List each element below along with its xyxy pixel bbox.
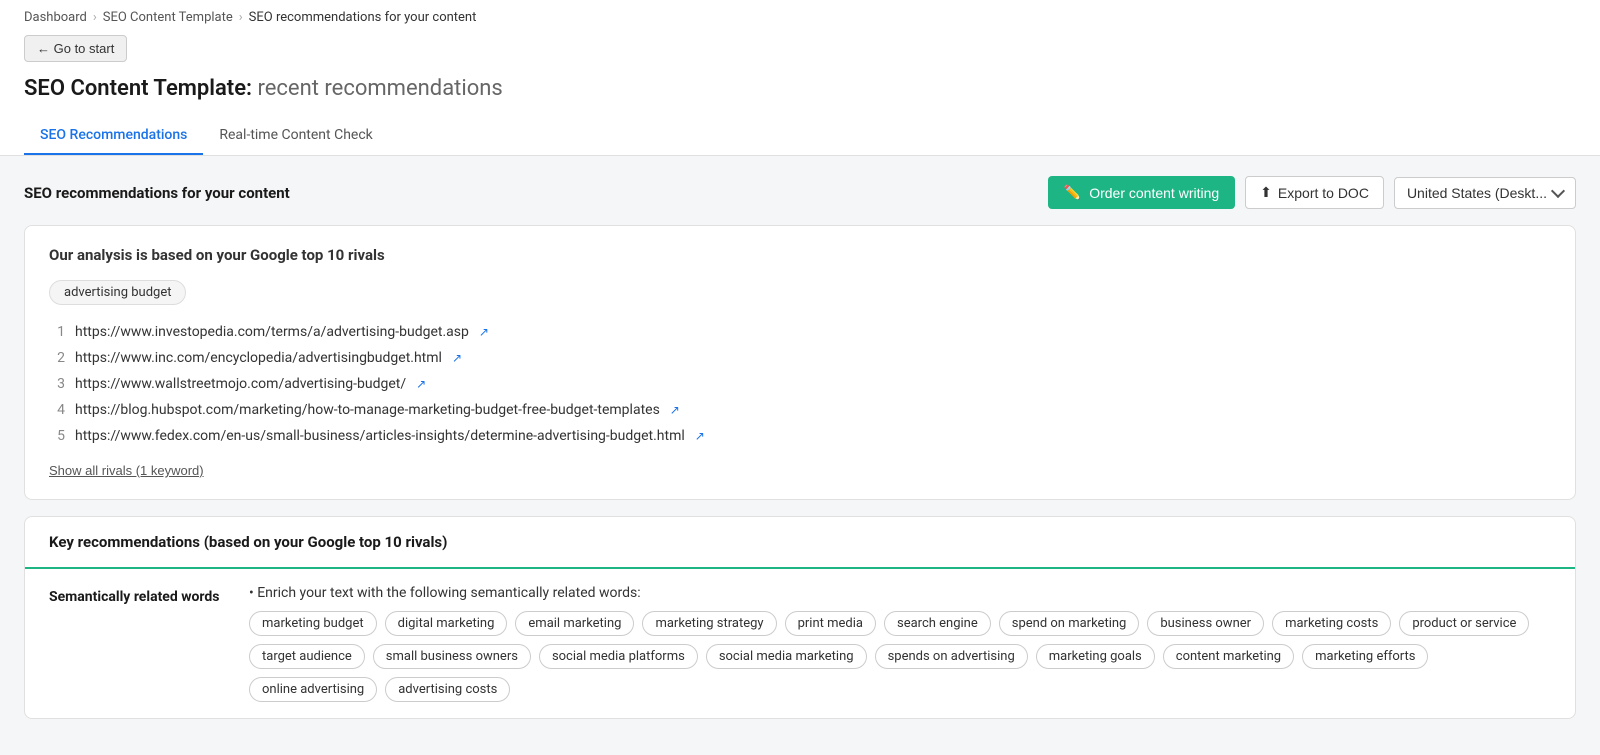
table-row: 3 https://www.wallstreetmojo.com/adverti… [49,371,1551,397]
word-tag: marketing costs [1272,611,1391,636]
tab-realtime-check[interactable]: Real-time Content Check [203,117,388,155]
external-link-icon-2[interactable]: ↗ [452,351,462,365]
rival-num-1: 1 [49,324,65,340]
content-area: SEO recommendations for your content ✏️ … [0,156,1600,755]
order-content-writing-button[interactable]: ✏️ Order content writing [1048,176,1235,209]
section-header-row: SEO recommendations for your content ✏️ … [24,176,1576,209]
breadcrumb-current: SEO recommendations for your content [249,10,477,25]
page-title-light: recent recommendations [258,76,503,101]
word-tag: search engine [884,611,991,636]
word-tag: marketing efforts [1302,644,1428,669]
word-tag: marketing strategy [642,611,776,636]
keyword-tag: advertising budget [49,280,186,305]
export-doc-label: Export to DOC [1278,185,1369,201]
top-bar: Dashboard › SEO Content Template › SEO r… [0,0,1600,156]
breadcrumb: Dashboard › SEO Content Template › SEO r… [24,10,1576,25]
word-tag: target audience [249,644,365,669]
word-tag: business owner [1147,611,1264,636]
edit-icon: ✏️ [1064,184,1081,201]
word-tag: digital marketing [385,611,508,636]
word-tag: marketing budget [249,611,377,636]
tabs-container: SEO Recommendations Real-time Content Ch… [24,117,1576,155]
breadcrumb-seo-template[interactable]: SEO Content Template [103,10,233,25]
breadcrumb-sep-2: › [239,10,243,25]
breadcrumb-dashboard[interactable]: Dashboard [24,10,87,25]
word-tag: small business owners [373,644,531,669]
word-tag: email marketing [515,611,634,636]
upload-icon: ⬆ [1260,184,1272,201]
rival-link-1[interactable]: https://www.investopedia.com/terms/a/adv… [75,324,469,340]
word-tag: social media platforms [539,644,698,669]
page-wrapper: Dashboard › SEO Content Template › SEO r… [0,0,1600,755]
breadcrumb-sep-1: › [93,10,97,25]
rival-list: 1 https://www.investopedia.com/terms/a/a… [49,319,1551,449]
word-tag: social media marketing [706,644,867,669]
word-tag: spends on advertising [875,644,1028,669]
semantically-related-content: • Enrich your text with the following se… [249,585,1551,702]
external-link-icon-3[interactable]: ↗ [416,377,426,391]
rec-intro: • Enrich your text with the following se… [249,585,1551,601]
word-tag: product or service [1399,611,1529,636]
page-title-bold: SEO Content Template: [24,76,252,101]
page-title: SEO Content Template: recent recommendat… [24,76,1576,101]
order-writing-label: Order content writing [1089,185,1219,201]
external-link-icon-4[interactable]: ↗ [670,403,680,417]
word-tags-container: marketing budget digital marketing email m… [249,611,1551,702]
key-recommendations-card: Key recommendations (based on your Googl… [24,516,1576,719]
word-tag: advertising costs [385,677,510,702]
region-label: United States (Deskt... [1407,185,1547,201]
word-tag: print media [785,611,876,636]
bullet-icon: • [249,585,257,601]
show-all-rivals-button[interactable]: Show all rivals (1 keyword) [49,463,204,478]
word-tag: spend on marketing [999,611,1140,636]
section-title: SEO recommendations for your content [24,184,290,202]
rival-num-5: 5 [49,428,65,444]
export-to-doc-button[interactable]: ⬆ Export to DOC [1245,176,1384,209]
word-tag: online advertising [249,677,377,702]
rival-link-4[interactable]: https://blog.hubspot.com/marketing/how-t… [75,402,660,418]
analysis-card: Our analysis is based on your Google top… [24,225,1576,500]
semantically-related-label: Semantically related words [49,585,229,605]
word-tag: marketing goals [1036,644,1155,669]
key-recs-body: Semantically related words • Enrich your… [25,569,1575,718]
go-to-start-button[interactable]: ← Go to start [24,35,127,62]
table-row: 1 https://www.investopedia.com/terms/a/a… [49,319,1551,345]
table-row: 2 https://www.inc.com/encyclopedia/adver… [49,345,1551,371]
word-tag: content marketing [1163,644,1294,669]
rival-link-2[interactable]: https://www.inc.com/encyclopedia/adverti… [75,350,442,366]
analysis-card-title: Our analysis is based on your Google top… [49,246,1551,264]
rival-num-2: 2 [49,350,65,366]
key-recs-header: Key recommendations (based on your Googl… [25,517,1575,569]
table-row: 5 https://www.fedex.com/en-us/small-busi… [49,423,1551,449]
rec-intro-text: Enrich your text with the following sema… [257,585,640,601]
chevron-down-icon [1551,184,1565,198]
region-dropdown[interactable]: United States (Deskt... [1394,177,1576,209]
header-actions: ✏️ Order content writing ⬆ Export to DOC… [1048,176,1576,209]
tab-seo-recommendations[interactable]: SEO Recommendations [24,117,203,155]
table-row: 4 https://blog.hubspot.com/marketing/how… [49,397,1551,423]
external-link-icon-5[interactable]: ↗ [695,429,705,443]
rival-link-5[interactable]: https://www.fedex.com/en-us/small-busine… [75,428,685,444]
external-link-icon-1[interactable]: ↗ [479,325,489,339]
semantically-related-row: Semantically related words • Enrich your… [49,585,1551,702]
rival-num-4: 4 [49,402,65,418]
rival-num-3: 3 [49,376,65,392]
rival-link-3[interactable]: https://www.wallstreetmojo.com/advertisi… [75,376,406,392]
